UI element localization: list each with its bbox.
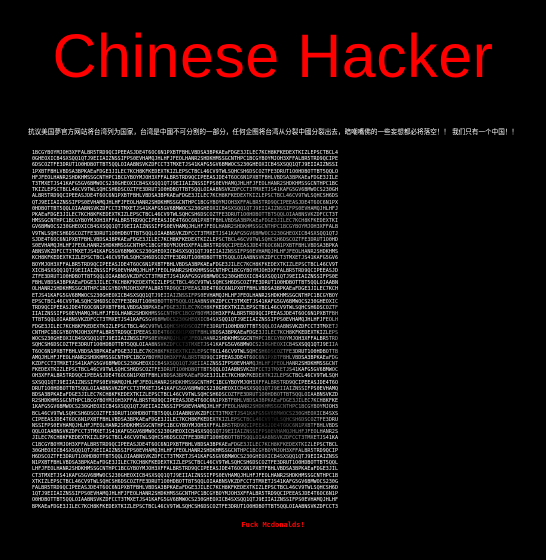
footer-slogan: Fuck Mcdonalds! <box>241 521 305 529</box>
code-art-panel: 1BCGYBOYMJOH3XFFALBR5TRD9QCIPEEASJDE4T6O… <box>32 150 514 510</box>
code-character-art: 1BCGYBOYMJOH3XFFALBR5TRD9QCIPEEASJDE4T6O… <box>32 150 339 510</box>
protest-message: 抗议美国夢官方网站将台湾列为国家，台湾是中國不可分割的一部分，任何企图将台湾从分… <box>27 128 519 136</box>
defaced-page: Chinese Hacker 抗议美国夢官方网站将台湾列为国家，台湾是中國不可分… <box>0 0 546 560</box>
page-title: Chinese Hacker <box>52 22 494 90</box>
